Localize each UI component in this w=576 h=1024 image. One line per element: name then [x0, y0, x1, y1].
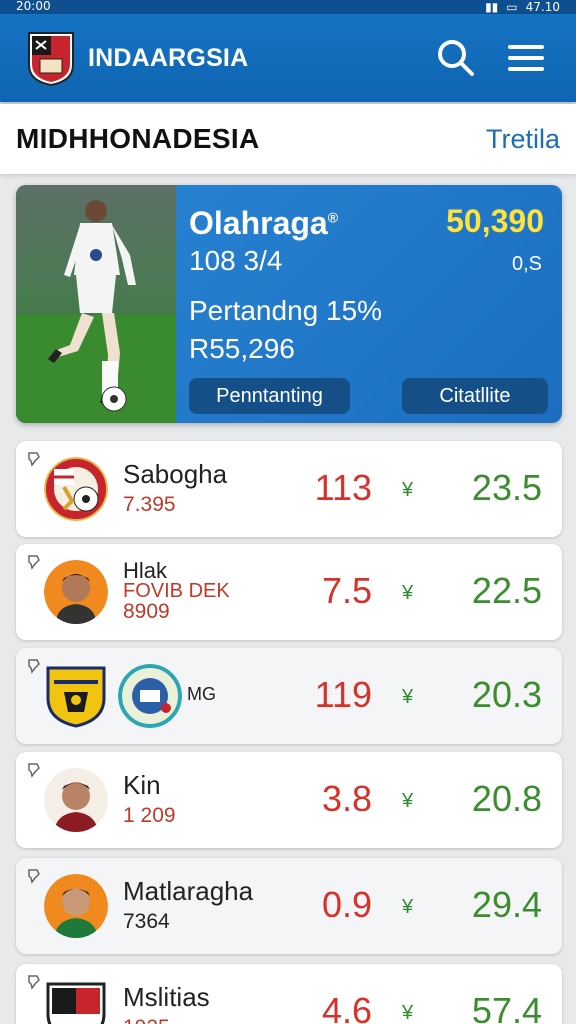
signal-icon: ▮▮ — [485, 0, 499, 14]
list-item-name: Kin — [123, 770, 161, 800]
list-item-sub: 8909 — [123, 600, 170, 623]
club-crest-icon — [118, 664, 182, 728]
pin-icon — [28, 452, 40, 467]
club-logo — [28, 32, 74, 87]
menu-button[interactable] — [502, 34, 550, 82]
status-clock: 47.10 — [525, 0, 560, 14]
list-item-currency: ¥ — [402, 582, 414, 604]
list-item-value: 0.9 — [321, 884, 372, 925]
list-item-value: 119 — [314, 674, 372, 715]
list-item[interactable]: MG 119 ¥ 20.3 — [16, 648, 562, 744]
list-item[interactable]: Matlaragha 7364 0.9 ¥ 29.4 — [16, 858, 562, 954]
player-avatar — [44, 560, 108, 624]
section-link[interactable]: Tretila — [486, 124, 560, 155]
featured-button-left[interactable]: Penntanting — [189, 378, 350, 414]
list-item[interactable]: Kin 1 209 3.8 ¥ 20.8 — [16, 752, 562, 848]
featured-player-card[interactable]: Olahraga® 108 3/4 50,390 0,S Pertandng 1… — [16, 185, 562, 423]
featured-player-photo — [16, 185, 176, 423]
featured-name: Olahraga® — [189, 205, 338, 242]
list-item-currency: ¥ — [402, 686, 414, 708]
list-item-price: 20.3 — [471, 674, 542, 715]
list-item-name: Matlaragha — [123, 876, 254, 906]
status-bar: 20:00 ▮▮ ▭ 47.10 — [0, 0, 576, 14]
list-item-sub: 7364 — [123, 910, 170, 933]
search-icon — [438, 40, 474, 76]
club-shield-icon — [46, 666, 106, 728]
pin-icon — [28, 763, 40, 778]
list-item-price: 20.8 — [471, 778, 542, 819]
list-item-price: 23.5 — [471, 467, 542, 508]
featured-amount: R55,296 — [189, 333, 295, 364]
list-item-name: MG — [187, 684, 216, 704]
list-item-name: Sabogha — [123, 459, 228, 489]
list-item[interactable]: Sabogha 7.395 113 ¥ 23.5 — [16, 441, 562, 537]
app-bar: INDAARGSIA — [0, 14, 576, 102]
featured-price: 50,390 — [446, 203, 544, 239]
featured-name-text: Olahraga — [189, 205, 328, 241]
status-time: 20:00 — [16, 0, 51, 13]
list-item[interactable]: Hlak FOVIB DEK 8909 7.5 ¥ 22.5 — [16, 544, 562, 640]
menu-icon — [508, 45, 544, 71]
list-item-value: 113 — [314, 467, 372, 508]
list-item[interactable]: Mslitias 1925 4.6 ¥ 57.4 — [16, 964, 562, 1024]
player-avatar — [44, 768, 108, 832]
list-item-currency: ¥ — [402, 479, 414, 501]
list-item-price: 57.4 — [471, 990, 542, 1024]
club-badge-icon — [44, 457, 108, 521]
list-item-currency: ¥ — [402, 896, 414, 918]
list-item-currency: ¥ — [402, 790, 414, 812]
battery-icon: ▭ — [506, 0, 518, 14]
club-shield-icon — [46, 982, 106, 1024]
player-avatar — [44, 874, 108, 938]
list-item-value: 7.5 — [321, 570, 372, 611]
list-item-sub: 1 209 — [123, 804, 176, 827]
featured-match-stat: Pertandng 15% — [189, 295, 383, 326]
list-item-value: 4.6 — [321, 990, 372, 1024]
featured-score: 108 3/4 — [189, 245, 283, 276]
featured-mark: ® — [327, 209, 339, 226]
list-item-sub: 1925 — [123, 1016, 170, 1024]
list-item-value: 3.8 — [321, 778, 372, 819]
list-item-sub: 7.395 — [123, 493, 176, 516]
search-button[interactable] — [432, 34, 480, 82]
list-item-price: 22.5 — [471, 570, 542, 611]
status-right: ▮▮ ▭ 47.10 — [485, 0, 560, 14]
featured-small-value: 0,S — [511, 253, 542, 275]
featured-button-right[interactable]: Citatllite — [402, 378, 548, 414]
pin-icon — [28, 555, 40, 570]
list-item-price: 29.4 — [471, 884, 542, 925]
list-item-name: Mslitias — [123, 982, 210, 1012]
list-item-currency: ¥ — [402, 1002, 414, 1024]
sub-header: MIDHHONADESIA Tretila — [0, 104, 576, 174]
pin-icon — [28, 975, 40, 990]
section-title: MIDHHONADESIA — [16, 123, 260, 154]
pin-icon — [28, 869, 40, 884]
pin-icon — [28, 659, 40, 674]
app-title: INDAARGSIA — [88, 43, 249, 72]
